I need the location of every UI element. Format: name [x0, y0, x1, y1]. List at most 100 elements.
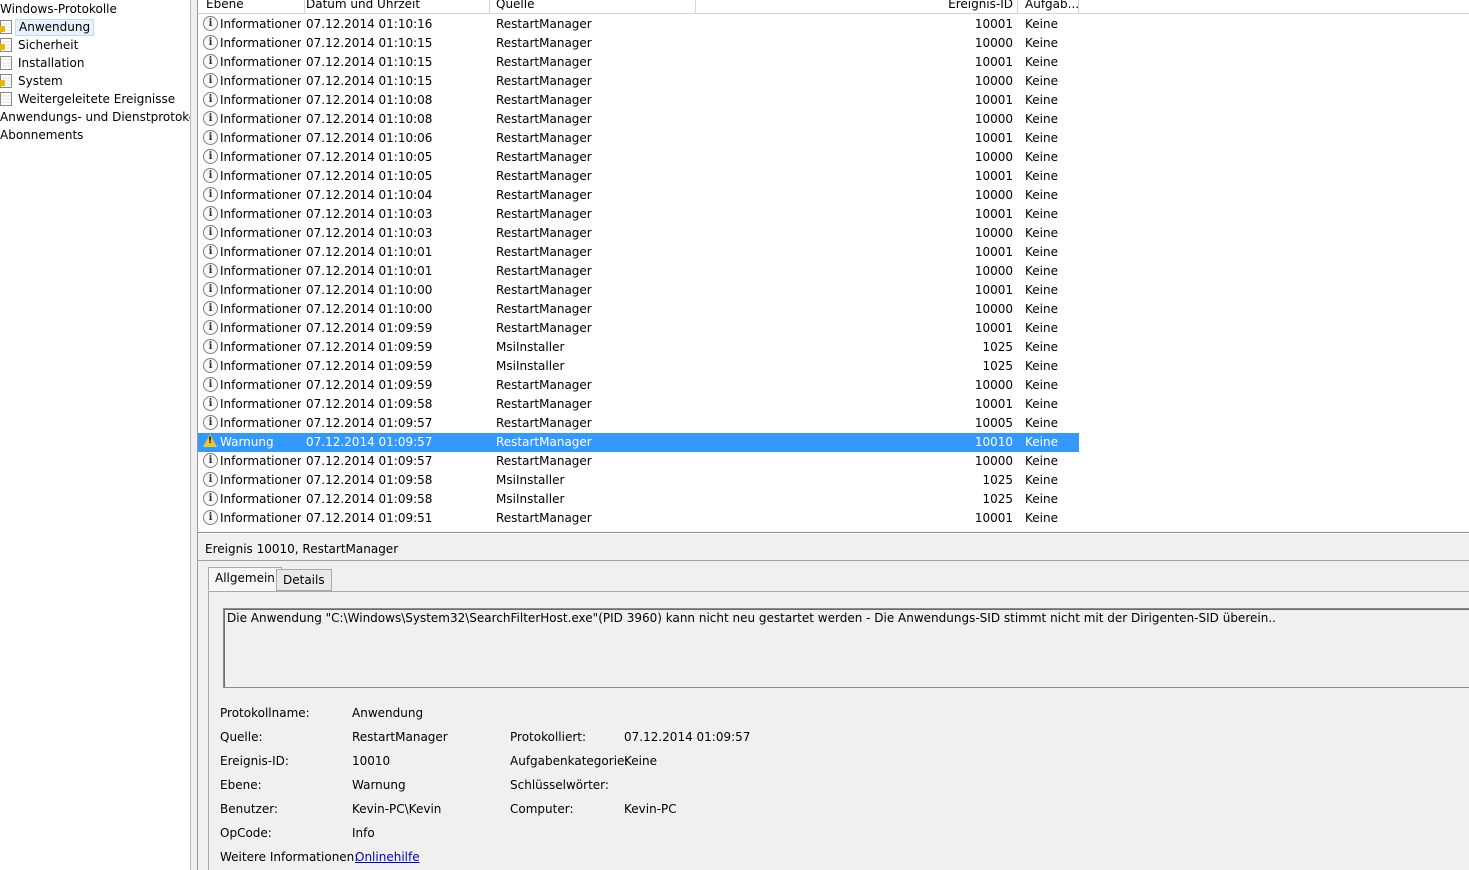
info-icon: i — [203, 35, 218, 50]
info-icon: i — [203, 301, 218, 316]
info-icon: i — [203, 358, 218, 373]
computer-label: Computer: — [510, 802, 574, 816]
event-date-cell: 07.12.2014 01:10:08 — [306, 112, 433, 126]
event-id-cell: 10001 — [974, 17, 1013, 31]
tree-item-windows-protokolle[interactable]: Windows-Protokolle — [0, 0, 117, 18]
event-id-cell: 1025 — [982, 473, 1013, 487]
event-source-cell: RestartManager — [496, 93, 592, 107]
event-row[interactable]: i Informationen 07.12.2014 01:10:16 Restart… — [198, 15, 1079, 34]
event-source-cell: RestartManager — [496, 435, 592, 449]
event-row[interactable]: i Informationen 07.12.2014 01:10:03 Restart… — [198, 224, 1079, 243]
info-icon: i — [203, 282, 218, 297]
info-icon: i — [203, 187, 218, 202]
event-level-cell: i Informationen — [203, 15, 301, 34]
event-message[interactable]: Die Anwendung "C:\Windows\System32\Searc… — [223, 608, 1469, 688]
event-row[interactable]: i Informationen 07.12.2014 01:10:01 Restart… — [198, 243, 1079, 262]
info-icon: i — [203, 396, 218, 411]
tree-item-anwendung[interactable]: Anwendung — [0, 18, 95, 36]
tab-details[interactable]: Details — [276, 569, 332, 591]
event-row[interactable]: Warnung 07.12.2014 01:09:57 RestartManager… — [198, 433, 1079, 452]
column-header-date[interactable]: Datum und Uhrzeit — [306, 0, 490, 13]
event-date-cell: 07.12.2014 01:09:57 — [306, 454, 433, 468]
event-date-cell: 07.12.2014 01:09:57 — [306, 435, 433, 449]
event-row[interactable]: i Informationen 07.12.2014 01:09:59 Restart… — [198, 376, 1079, 395]
tree-item-anwendungs-und-dienstprotokolle[interactable]: Anwendungs- und Dienstprotokolle — [0, 108, 190, 126]
event-id-cell: 10001 — [974, 397, 1013, 411]
event-level-text: Informationen — [220, 340, 301, 354]
warning-icon — [203, 434, 217, 447]
tree-item-system[interactable]: System — [0, 72, 66, 90]
logged-value: 07.12.2014 01:09:57 — [624, 730, 751, 744]
event-source-cell: RestartManager — [496, 36, 592, 50]
online-help-link[interactable]: Onlinehilfe — [355, 850, 420, 864]
info-icon: i — [203, 320, 218, 335]
event-id-cell: 10001 — [974, 321, 1013, 335]
event-level-text: Informationen — [220, 416, 301, 430]
tree-item-label: Installation — [18, 56, 85, 70]
event-date-cell: 07.12.2014 01:10:01 — [306, 264, 433, 278]
event-row[interactable]: i Informationen 07.12.2014 01:09:51 Restart… — [198, 509, 1079, 528]
event-id-cell: 10000 — [974, 264, 1013, 278]
log-icon — [0, 91, 12, 106]
column-header-task[interactable]: Aufgab... — [1025, 0, 1079, 13]
event-level-cell: Warnung — [203, 433, 301, 452]
event-task-cell: Keine — [1025, 188, 1058, 202]
event-row[interactable]: i Informationen 07.12.2014 01:10:08 Restart… — [198, 110, 1079, 129]
event-row[interactable]: i Informationen 07.12.2014 01:09:59 MsiInst… — [198, 338, 1079, 357]
tab-allgemein[interactable]: Allgemein — [208, 567, 282, 591]
event-row[interactable]: i Informationen 07.12.2014 01:10:00 Restart… — [198, 281, 1079, 300]
info-icon: i — [203, 130, 218, 145]
event-id-cell: 10005 — [974, 416, 1013, 430]
event-level-cell: i Informationen — [203, 376, 301, 395]
event-level-cell: i Informationen — [203, 110, 301, 129]
tree-item-abonnements[interactable]: Abonnements — [0, 126, 83, 144]
event-row[interactable]: i Informationen 07.12.2014 01:10:00 Restart… — [198, 300, 1079, 319]
tree-item-weitergeleitete-ereignisse[interactable]: Weitergeleitete Ereignisse — [0, 90, 178, 108]
event-row[interactable]: i Informationen 07.12.2014 01:10:03 Restart… — [198, 205, 1079, 224]
event-date-cell: 07.12.2014 01:10:00 — [306, 302, 433, 316]
event-row[interactable]: i Informationen 07.12.2014 01:10:15 Restart… — [198, 53, 1079, 72]
event-date-cell: 07.12.2014 01:09:59 — [306, 321, 433, 335]
event-date-cell: 07.12.2014 01:09:57 — [306, 416, 433, 430]
event-row[interactable]: i Informationen 07.12.2014 01:09:58 MsiInst… — [198, 471, 1079, 490]
event-row[interactable]: i Informationen 07.12.2014 01:09:59 Restart… — [198, 319, 1079, 338]
event-date-cell: 07.12.2014 01:09:58 — [306, 397, 433, 411]
event-row[interactable]: i Informationen 07.12.2014 01:10:05 Restart… — [198, 148, 1079, 167]
event-row[interactable]: i Informationen 07.12.2014 01:09:58 MsiInst… — [198, 490, 1079, 509]
event-level-cell: i Informationen — [203, 281, 301, 300]
info-icon: i — [203, 491, 218, 506]
event-level-text: Informationen — [220, 397, 301, 411]
column-header-source[interactable]: Quelle — [496, 0, 696, 13]
event-row[interactable]: i Informationen 07.12.2014 01:10:15 Restart… — [198, 34, 1079, 53]
event-level-text: Informationen — [220, 169, 301, 183]
tree-item-installation[interactable]: Installation — [0, 54, 87, 72]
event-task-cell: Keine — [1025, 435, 1058, 449]
event-level-text: Informationen — [220, 93, 301, 107]
event-row[interactable]: i Informationen 07.12.2014 01:10:05 Restart… — [198, 167, 1079, 186]
event-row[interactable]: i Informationen 07.12.2014 01:10:15 Restart… — [198, 72, 1079, 91]
column-header-event-id[interactable]: Ereignis-ID — [696, 0, 1018, 13]
event-row[interactable]: i Informationen 07.12.2014 01:09:59 MsiInst… — [198, 357, 1079, 376]
pane-splitter[interactable] — [190, 0, 198, 870]
tree-item-label: Sicherheit — [18, 38, 79, 52]
event-date-cell: 07.12.2014 01:10:03 — [306, 207, 433, 221]
column-header-level[interactable]: Ebene — [206, 0, 305, 13]
event-row[interactable]: i Informationen 07.12.2014 01:10:08 Restart… — [198, 91, 1079, 110]
event-date-cell: 07.12.2014 01:09:59 — [306, 378, 433, 392]
event-row[interactable]: i Informationen 07.12.2014 01:10:04 Restart… — [198, 186, 1079, 205]
event-row[interactable]: i Informationen 07.12.2014 01:09:57 Restart… — [198, 452, 1079, 471]
event-level-text: Informationen — [220, 264, 301, 278]
event-source-cell: RestartManager — [496, 378, 592, 392]
event-row[interactable]: i Informationen 07.12.2014 01:09:57 Restart… — [198, 414, 1079, 433]
event-row[interactable]: i Informationen 07.12.2014 01:10:01 Restart… — [198, 262, 1079, 281]
event-level-text: Informationen — [220, 36, 301, 50]
info-icon: i — [203, 92, 218, 107]
event-row[interactable]: i Informationen 07.12.2014 01:10:06 Restart… — [198, 129, 1079, 148]
tree-item-sicherheit[interactable]: Sicherheit — [0, 36, 81, 54]
event-date-cell: 07.12.2014 01:10:00 — [306, 283, 433, 297]
event-level-text: Informationen — [220, 359, 301, 373]
event-task-cell: Keine — [1025, 150, 1058, 164]
event-level-cell: i Informationen — [203, 490, 301, 509]
event-id-cell: 10000 — [974, 36, 1013, 50]
event-row[interactable]: i Informationen 07.12.2014 01:09:58 Restart… — [198, 395, 1079, 414]
